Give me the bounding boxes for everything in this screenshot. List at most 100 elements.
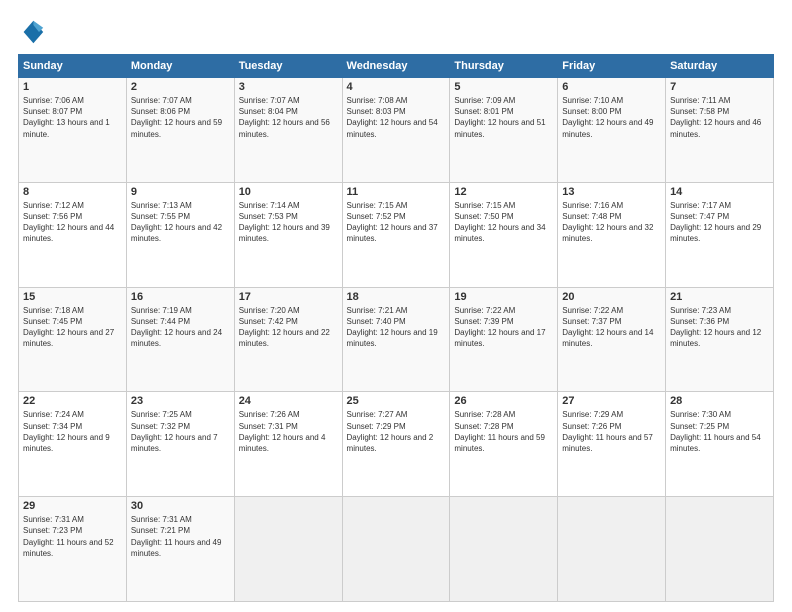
page: SundayMondayTuesdayWednesdayThursdayFrid… <box>0 0 792 612</box>
header-cell-monday: Monday <box>126 55 234 78</box>
day-info: Sunrise: 7:16 AMSunset: 7:48 PMDaylight:… <box>562 200 661 245</box>
day-cell: 9 Sunrise: 7:13 AMSunset: 7:55 PMDaylight… <box>126 182 234 287</box>
day-info: Sunrise: 7:07 AMSunset: 8:04 PMDaylight:… <box>239 95 338 140</box>
day-cell: 28 Sunrise: 7:30 AMSunset: 7:25 PMDayligh… <box>666 392 774 497</box>
day-number: 18 <box>347 291 446 303</box>
day-info: Sunrise: 7:18 AMSunset: 7:45 PMDaylight:… <box>23 305 122 350</box>
day-info: Sunrise: 7:15 AMSunset: 7:50 PMDaylight:… <box>454 200 553 245</box>
day-number: 28 <box>670 395 769 407</box>
day-info: Sunrise: 7:13 AMSunset: 7:55 PMDaylight:… <box>131 200 230 245</box>
day-number: 19 <box>454 291 553 303</box>
day-number: 16 <box>131 291 230 303</box>
day-cell: 3Sunrise: 7:07 AMSunset: 8:04 PMDaylight… <box>234 78 342 183</box>
day-info: Sunrise: 7:26 AMSunset: 7:31 PMDaylight:… <box>239 409 338 454</box>
day-info: Sunrise: 7:31 AMSunset: 7:23 PMDaylight:… <box>23 514 122 559</box>
day-info: Sunrise: 7:11 AMSunset: 7:58 PMDaylight:… <box>670 95 769 140</box>
header-row: SundayMondayTuesdayWednesdayThursdayFrid… <box>19 55 774 78</box>
day-cell <box>666 497 774 602</box>
header-cell-friday: Friday <box>558 55 666 78</box>
day-number: 7 <box>670 81 769 93</box>
header-cell-thursday: Thursday <box>450 55 558 78</box>
day-cell: 24Sunrise: 7:26 AMSunset: 7:31 PMDayligh… <box>234 392 342 497</box>
day-cell: 4 Sunrise: 7:08 AMSunset: 8:03 PMDaylight… <box>342 78 450 183</box>
day-info: Sunrise: 7:07 AMSunset: 8:06 PMDaylight:… <box>131 95 230 140</box>
day-info: Sunrise: 7:27 AMSunset: 7:29 PMDaylight:… <box>347 409 446 454</box>
day-cell: 15Sunrise: 7:18 AMSunset: 7:45 PMDayligh… <box>19 287 127 392</box>
day-number: 10 <box>239 186 338 198</box>
day-cell: 30 Sunrise: 7:31 AMSunset: 7:21 PMDayligh… <box>126 497 234 602</box>
day-number: 9 <box>131 186 230 198</box>
day-info: Sunrise: 7:21 AMSunset: 7:40 PMDaylight:… <box>347 305 446 350</box>
day-cell: 23 Sunrise: 7:25 AMSunset: 7:32 PMDayligh… <box>126 392 234 497</box>
day-number: 17 <box>239 291 338 303</box>
logo-icon <box>18 18 46 46</box>
logo <box>18 18 50 46</box>
day-cell: 21Sunrise: 7:23 AMSunset: 7:36 PMDayligh… <box>666 287 774 392</box>
day-cell: 5 Sunrise: 7:09 AMSunset: 8:01 PMDaylight… <box>450 78 558 183</box>
day-number: 23 <box>131 395 230 407</box>
day-info: Sunrise: 7:23 AMSunset: 7:36 PMDaylight:… <box>670 305 769 350</box>
day-info: Sunrise: 7:14 AMSunset: 7:53 PMDaylight:… <box>239 200 338 245</box>
day-cell: 26 Sunrise: 7:28 AMSunset: 7:28 PMDayligh… <box>450 392 558 497</box>
day-number: 2 <box>131 81 230 93</box>
week-row-3: 15Sunrise: 7:18 AMSunset: 7:45 PMDayligh… <box>19 287 774 392</box>
day-number: 6 <box>562 81 661 93</box>
day-cell: 27 Sunrise: 7:29 AMSunset: 7:26 PMDayligh… <box>558 392 666 497</box>
day-cell: 8 Sunrise: 7:12 AMSunset: 7:56 PMDaylight… <box>19 182 127 287</box>
day-number: 27 <box>562 395 661 407</box>
day-info: Sunrise: 7:30 AMSunset: 7:25 PMDaylight:… <box>670 409 769 454</box>
day-number: 5 <box>454 81 553 93</box>
week-row-2: 8 Sunrise: 7:12 AMSunset: 7:56 PMDaylight… <box>19 182 774 287</box>
day-number: 8 <box>23 186 122 198</box>
day-cell: 17 Sunrise: 7:20 AMSunset: 7:42 PMDayligh… <box>234 287 342 392</box>
day-info: Sunrise: 7:29 AMSunset: 7:26 PMDaylight:… <box>562 409 661 454</box>
day-info: Sunrise: 7:06 AMSunset: 8:07 PMDaylight:… <box>23 95 122 140</box>
day-number: 4 <box>347 81 446 93</box>
day-cell: 20 Sunrise: 7:22 AMSunset: 7:37 PMDayligh… <box>558 287 666 392</box>
day-number: 26 <box>454 395 553 407</box>
day-info: Sunrise: 7:12 AMSunset: 7:56 PMDaylight:… <box>23 200 122 245</box>
calendar-body: 1 Sunrise: 7:06 AMSunset: 8:07 PMDaylight… <box>19 78 774 602</box>
day-info: Sunrise: 7:10 AMSunset: 8:00 PMDaylight:… <box>562 95 661 140</box>
day-cell: 22 Sunrise: 7:24 AMSunset: 7:34 PMDayligh… <box>19 392 127 497</box>
day-info: Sunrise: 7:31 AMSunset: 7:21 PMDaylight:… <box>131 514 230 559</box>
day-info: Sunrise: 7:28 AMSunset: 7:28 PMDaylight:… <box>454 409 553 454</box>
day-cell: 11Sunrise: 7:15 AMSunset: 7:52 PMDayligh… <box>342 182 450 287</box>
day-info: Sunrise: 7:08 AMSunset: 8:03 PMDaylight:… <box>347 95 446 140</box>
day-info: Sunrise: 7:22 AMSunset: 7:37 PMDaylight:… <box>562 305 661 350</box>
header-cell-tuesday: Tuesday <box>234 55 342 78</box>
day-cell: 16 Sunrise: 7:19 AMSunset: 7:44 PMDayligh… <box>126 287 234 392</box>
day-cell: 2 Sunrise: 7:07 AMSunset: 8:06 PMDaylight… <box>126 78 234 183</box>
day-cell: 12 Sunrise: 7:15 AMSunset: 7:50 PMDayligh… <box>450 182 558 287</box>
day-info: Sunrise: 7:17 AMSunset: 7:47 PMDaylight:… <box>670 200 769 245</box>
day-cell <box>342 497 450 602</box>
day-cell: 18 Sunrise: 7:21 AMSunset: 7:40 PMDayligh… <box>342 287 450 392</box>
day-info: Sunrise: 7:09 AMSunset: 8:01 PMDaylight:… <box>454 95 553 140</box>
day-number: 25 <box>347 395 446 407</box>
day-cell: 14Sunrise: 7:17 AMSunset: 7:47 PMDayligh… <box>666 182 774 287</box>
day-cell: 7 Sunrise: 7:11 AMSunset: 7:58 PMDaylight… <box>666 78 774 183</box>
day-cell <box>234 497 342 602</box>
day-info: Sunrise: 7:25 AMSunset: 7:32 PMDaylight:… <box>131 409 230 454</box>
day-cell: 19Sunrise: 7:22 AMSunset: 7:39 PMDayligh… <box>450 287 558 392</box>
day-info: Sunrise: 7:19 AMSunset: 7:44 PMDaylight:… <box>131 305 230 350</box>
week-row-1: 1 Sunrise: 7:06 AMSunset: 8:07 PMDaylight… <box>19 78 774 183</box>
day-cell: 29Sunrise: 7:31 AMSunset: 7:23 PMDayligh… <box>19 497 127 602</box>
day-number: 11 <box>347 186 446 198</box>
day-number: 30 <box>131 500 230 512</box>
day-info: Sunrise: 7:20 AMSunset: 7:42 PMDaylight:… <box>239 305 338 350</box>
day-number: 20 <box>562 291 661 303</box>
day-info: Sunrise: 7:24 AMSunset: 7:34 PMDaylight:… <box>23 409 122 454</box>
header-cell-wednesday: Wednesday <box>342 55 450 78</box>
week-row-5: 29Sunrise: 7:31 AMSunset: 7:23 PMDayligh… <box>19 497 774 602</box>
day-number: 12 <box>454 186 553 198</box>
header-cell-saturday: Saturday <box>666 55 774 78</box>
week-row-4: 22 Sunrise: 7:24 AMSunset: 7:34 PMDayligh… <box>19 392 774 497</box>
day-number: 13 <box>562 186 661 198</box>
day-number: 1 <box>23 81 122 93</box>
day-number: 22 <box>23 395 122 407</box>
day-cell <box>558 497 666 602</box>
day-cell: 13 Sunrise: 7:16 AMSunset: 7:48 PMDayligh… <box>558 182 666 287</box>
day-cell: 1 Sunrise: 7:06 AMSunset: 8:07 PMDaylight… <box>19 78 127 183</box>
day-cell: 25 Sunrise: 7:27 AMSunset: 7:29 PMDayligh… <box>342 392 450 497</box>
